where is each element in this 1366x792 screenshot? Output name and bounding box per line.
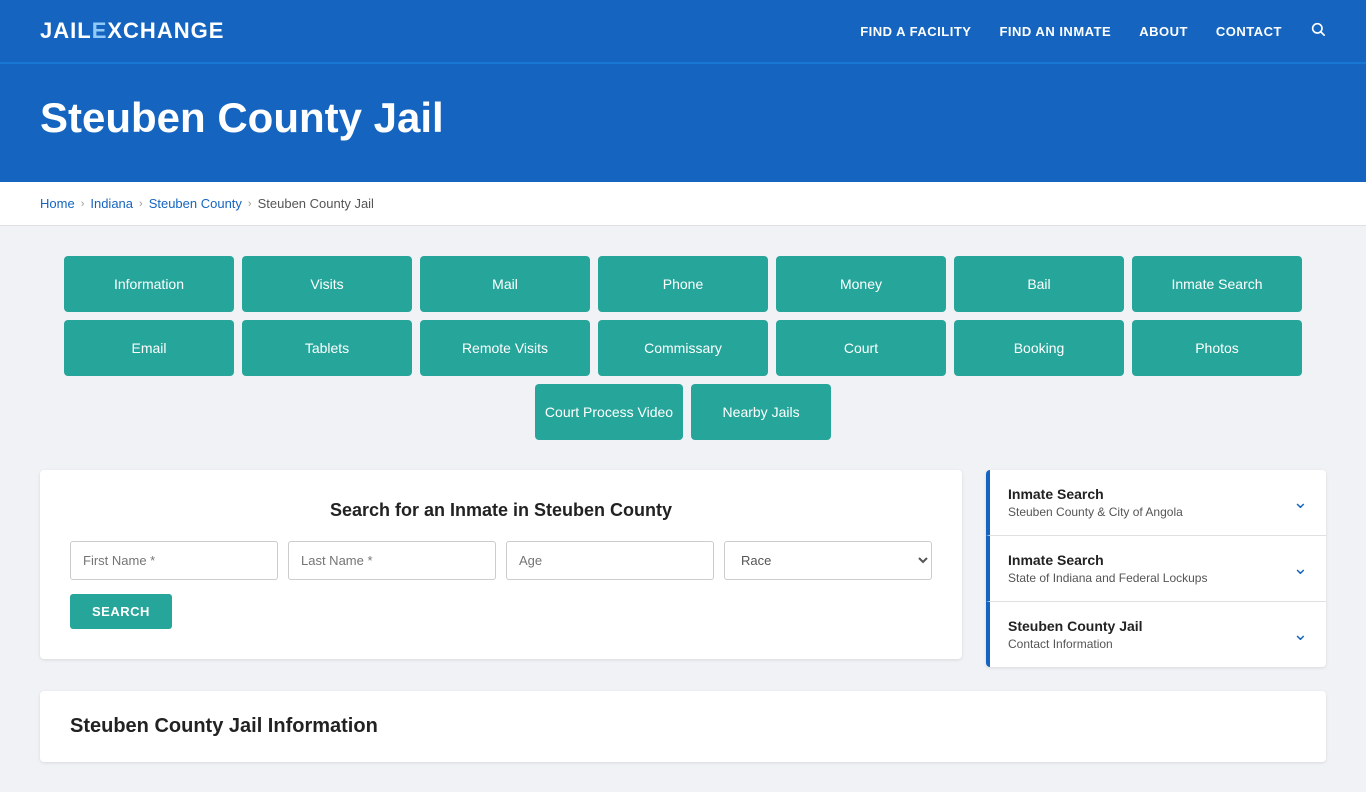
search-icon-button[interactable] — [1310, 21, 1326, 42]
main-nav: FIND A FACILITY FIND AN INMATE ABOUT CON… — [860, 21, 1326, 42]
btn-tablets[interactable]: Tablets — [242, 320, 412, 376]
chevron-down-icon: ⌄ — [1293, 492, 1308, 513]
breadcrumb: Home › Indiana › Steuben County › Steube… — [40, 196, 1326, 211]
nav-find-inmate[interactable]: FIND AN INMATE — [999, 24, 1111, 39]
bottom-section-title: Steuben County Jail Information — [70, 715, 1296, 738]
nav-find-facility[interactable]: FIND A FACILITY — [860, 24, 971, 39]
sidebar-card-3-subtitle: Contact Information — [1008, 637, 1143, 651]
sidebar-cards: Inmate Search Steuben County & City of A… — [986, 470, 1326, 667]
breadcrumb-sep-2: › — [139, 198, 143, 210]
lower-section: Search for an Inmate in Steuben County R… — [40, 470, 1326, 667]
btn-commissary[interactable]: Commissary — [598, 320, 768, 376]
sidebar-card-2-subtitle: State of Indiana and Federal Lockups — [1008, 571, 1207, 585]
nav-contact[interactable]: CONTACT — [1216, 24, 1282, 39]
page-title: Steuben County Jail — [40, 94, 1326, 142]
hero-section: Steuben County Jail — [0, 64, 1366, 182]
btn-phone[interactable]: Phone — [598, 256, 768, 312]
bottom-section: Steuben County Jail Information — [40, 691, 1326, 762]
sidebar-card-1[interactable]: Inmate Search Steuben County & City of A… — [986, 470, 1326, 536]
btn-mail[interactable]: Mail — [420, 256, 590, 312]
btn-photos[interactable]: Photos — [1132, 320, 1302, 376]
breadcrumb-sep-3: › — [248, 198, 252, 210]
first-name-input[interactable] — [70, 541, 278, 580]
nav-about[interactable]: ABOUT — [1139, 24, 1188, 39]
chevron-down-icon-3: ⌄ — [1293, 624, 1308, 645]
grid-buttons: Information Visits Mail Phone Money Bail… — [40, 256, 1326, 440]
btn-court[interactable]: Court — [776, 320, 946, 376]
breadcrumb-current: Steuben County Jail — [258, 196, 374, 211]
chevron-down-icon-2: ⌄ — [1293, 558, 1308, 579]
btn-money[interactable]: Money — [776, 256, 946, 312]
race-select[interactable]: Race White Black Hispanic Asian Other — [724, 541, 932, 580]
sidebar-card-2[interactable]: Inmate Search State of Indiana and Feder… — [986, 536, 1326, 602]
grid-row-1: Information Visits Mail Phone Money Bail… — [40, 256, 1326, 312]
btn-bail[interactable]: Bail — [954, 256, 1124, 312]
sidebar-card-1-title: Inmate Search — [1008, 486, 1183, 502]
btn-booking[interactable]: Booking — [954, 320, 1124, 376]
btn-court-process-video[interactable]: Court Process Video — [535, 384, 683, 440]
age-input[interactable] — [506, 541, 714, 580]
breadcrumb-sep-1: › — [81, 198, 85, 210]
logo-ex: E — [92, 18, 108, 44]
sidebar-card-3[interactable]: Steuben County Jail Contact Information … — [986, 602, 1326, 667]
btn-nearby-jails[interactable]: Nearby Jails — [691, 384, 831, 440]
btn-email[interactable]: Email — [64, 320, 234, 376]
site-header: JAILEXCHANGE FIND A FACILITY FIND AN INM… — [0, 0, 1366, 64]
breadcrumb-steuben-county[interactable]: Steuben County — [149, 196, 242, 211]
sidebar-card-1-subtitle: Steuben County & City of Angola — [1008, 505, 1183, 519]
inmate-search-form-card: Search for an Inmate in Steuben County R… — [40, 470, 962, 659]
sidebar-card-2-title: Inmate Search — [1008, 552, 1207, 568]
search-form-title: Search for an Inmate in Steuben County — [70, 500, 932, 521]
btn-inmate-search[interactable]: Inmate Search — [1132, 256, 1302, 312]
btn-information[interactable]: Information — [64, 256, 234, 312]
grid-row-3: Court Process Video Nearby Jails — [40, 384, 1326, 440]
sidebar-card-1-text: Inmate Search Steuben County & City of A… — [1008, 486, 1183, 519]
main-content: Information Visits Mail Phone Money Bail… — [0, 226, 1366, 792]
site-logo[interactable]: JAILEXCHANGE — [40, 18, 224, 44]
logo-jail: JAIL — [40, 18, 92, 44]
logo-xchange: XCHANGE — [107, 18, 224, 44]
sidebar-card-2-text: Inmate Search State of Indiana and Feder… — [1008, 552, 1207, 585]
sidebar-card-3-text: Steuben County Jail Contact Information — [1008, 618, 1143, 651]
btn-remote-visits[interactable]: Remote Visits — [420, 320, 590, 376]
search-icon — [1310, 21, 1326, 37]
breadcrumb-home[interactable]: Home — [40, 196, 75, 211]
breadcrumb-indiana[interactable]: Indiana — [90, 196, 133, 211]
search-button[interactable]: SEARCH — [70, 594, 172, 629]
name-fields-row: Race White Black Hispanic Asian Other — [70, 541, 932, 580]
btn-visits[interactable]: Visits — [242, 256, 412, 312]
grid-row-2: Email Tablets Remote Visits Commissary C… — [40, 320, 1326, 376]
sidebar-card-3-title: Steuben County Jail — [1008, 618, 1143, 634]
last-name-input[interactable] — [288, 541, 496, 580]
breadcrumb-bar: Home › Indiana › Steuben County › Steube… — [0, 182, 1366, 226]
